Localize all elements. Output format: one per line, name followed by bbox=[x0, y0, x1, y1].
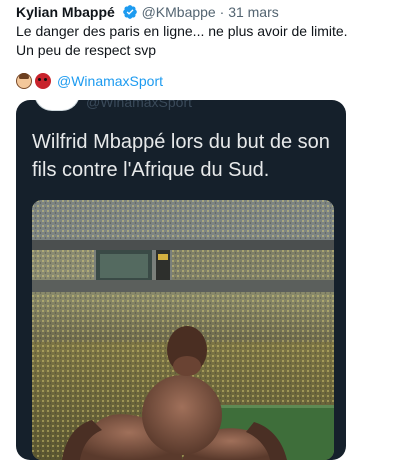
person-emoji-icon bbox=[16, 73, 32, 89]
quoted-text: Wilfrid Mbappé lors du but de son fils c… bbox=[32, 131, 330, 181]
quoted-avatar bbox=[34, 100, 80, 111]
tweet-line-2: Un peu de respect svp bbox=[16, 42, 157, 58]
quoted-handle: @WinamaxSport bbox=[86, 100, 193, 110]
mention-row: @WinamaxSport bbox=[16, 72, 163, 90]
tweet-line-1: Le danger des paris en ligne... ne plus … bbox=[16, 23, 348, 39]
author-handle[interactable]: @KMbappe bbox=[142, 4, 216, 20]
tweet-date[interactable]: 31 mars bbox=[228, 4, 279, 20]
angry-face-emoji-icon bbox=[35, 73, 51, 89]
separator-dot: · bbox=[219, 4, 225, 20]
author-name[interactable]: Kylian Mbappé bbox=[16, 4, 115, 20]
stadium-photo[interactable] bbox=[32, 200, 334, 460]
stadium-photo-image bbox=[32, 200, 334, 460]
mention-link[interactable]: @WinamaxSport bbox=[57, 73, 163, 89]
quoted-tweet-card[interactable]: @WinamaxSport Wilfrid Mbappé lors du but… bbox=[16, 100, 346, 460]
tweet-text: Le danger des paris en ligne... ne plus … bbox=[16, 22, 386, 60]
